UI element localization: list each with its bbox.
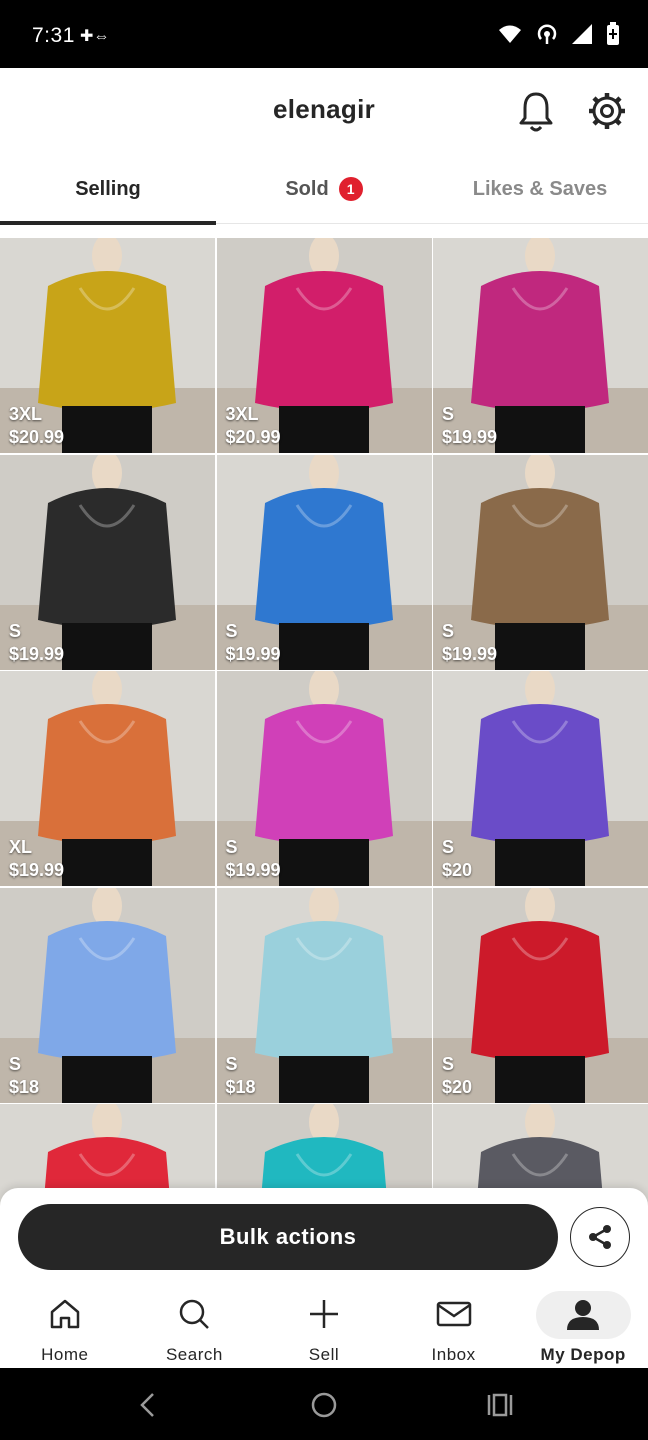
listing-price: $19.99 [225,860,281,880]
nav-home-label: Home [41,1345,89,1364]
sold-count-badge: 1 [338,177,363,201]
listing-card[interactable]: S $18 [216,887,432,1103]
listing-price: $19.99 [442,643,498,664]
nav-inbox-label: Inbox [431,1345,476,1364]
home-circle-icon[interactable] [310,1391,338,1419]
back-icon[interactable] [136,1392,160,1418]
listing-card[interactable]: S $19.99 [433,454,648,670]
listing-photo [0,454,215,670]
listing-size: S [9,620,22,641]
tab-selling[interactable]: Selling [0,154,216,225]
listing-photo [216,671,432,886]
nav-home[interactable]: Home [0,1290,130,1368]
listing-price: $18 [225,1076,256,1097]
bulk-actions-button[interactable]: Bulk actions [18,1204,558,1270]
tab-likes-label: Likes & Saves [472,177,608,200]
listing-card[interactable]: S $19.99 [216,454,432,670]
hotspot-icon [537,24,557,44]
listing-price: $20.99 [225,427,281,447]
listing-card[interactable]: S $20 [433,671,648,886]
listing-size: S [225,620,238,641]
listing-photo [216,887,432,1103]
listing-price: $18 [9,1076,40,1097]
nav-sell-label: Sell [308,1345,340,1364]
listing-card[interactable]: S $20 [433,887,648,1103]
listing-size: S [442,404,455,424]
recents-icon[interactable] [486,1392,514,1418]
listing-size: S [9,1053,22,1074]
tab-selling-label: Selling [75,177,141,200]
listing-size: S [442,1053,455,1074]
search-icon [180,1299,210,1329]
battery-icon [607,22,619,45]
listing-price: $20 [442,1076,473,1097]
bell-icon[interactable] [516,90,556,134]
nav-my-depop-label: My Depop [540,1345,626,1364]
share-icon [589,1225,611,1249]
listing-size: S [442,837,455,857]
mail-icon [436,1301,471,1327]
listing-price: $19.99 [9,860,65,880]
home-icon [50,1299,80,1329]
listing-photo [0,887,215,1103]
listing-photo [433,671,648,886]
plus-icon [309,1300,338,1328]
listing-price: $19.99 [442,427,498,447]
listing-photo [433,454,648,670]
listing-card[interactable]: S $19.99 [0,454,215,670]
listing-size: 3XL [9,404,43,424]
listing-card[interactable]: 3XL $20.99 [0,238,215,453]
nav-my-depop[interactable]: My Depop [518,1290,648,1368]
nav-inbox[interactable]: Inbox [389,1290,519,1368]
system-nav-bar [0,1368,648,1440]
listing-photo [433,238,648,453]
listing-price: $19.99 [9,643,65,664]
listing-card[interactable]: XL $19.99 [0,671,215,886]
listing-price: $19.99 [225,643,281,664]
wifi-icon [499,25,521,43]
tab-sold-label: Sold [285,177,329,200]
gear-icon[interactable] [586,90,628,132]
listing-price: $20 [442,860,473,880]
tab-sold[interactable]: Sold 1 [216,154,432,224]
listing-price: $20.99 [9,427,65,447]
nav-search-label: Search [165,1345,223,1364]
listing-size: S [225,837,238,857]
listing-photo [0,671,215,886]
status-bar: 7:31 ✚⇔ [0,0,648,68]
listing-size: S [442,620,455,641]
listing-card[interactable]: 3XL $20.99 [216,238,432,453]
listing-size: 3XL [225,404,259,424]
share-button[interactable] [570,1207,630,1267]
profile-icon [567,1300,600,1330]
listing-card[interactable]: S $19.99 [216,671,432,886]
profile-tabs: Selling Sold 1 Likes & Saves [0,154,648,225]
signal-icon [572,24,592,44]
status-notification-icons: ✚⇔ [80,28,110,45]
tab-likes-saves[interactable]: Likes & Saves [432,154,648,224]
listing-photo [216,454,432,670]
listing-size: XL [9,837,33,857]
nav-sell[interactable]: Sell [259,1290,389,1368]
listing-size: S [225,1053,238,1074]
profile-header: elenagir [0,68,648,154]
listing-card[interactable]: S $18 [0,887,215,1103]
listing-card[interactable]: S $19.99 [433,238,648,453]
listing-photo [433,887,648,1103]
nav-search[interactable]: Search [130,1290,260,1368]
status-time: 7:31 [32,24,75,47]
bottom-nav: Home Search Sell Inbox My Depop [0,1290,648,1368]
